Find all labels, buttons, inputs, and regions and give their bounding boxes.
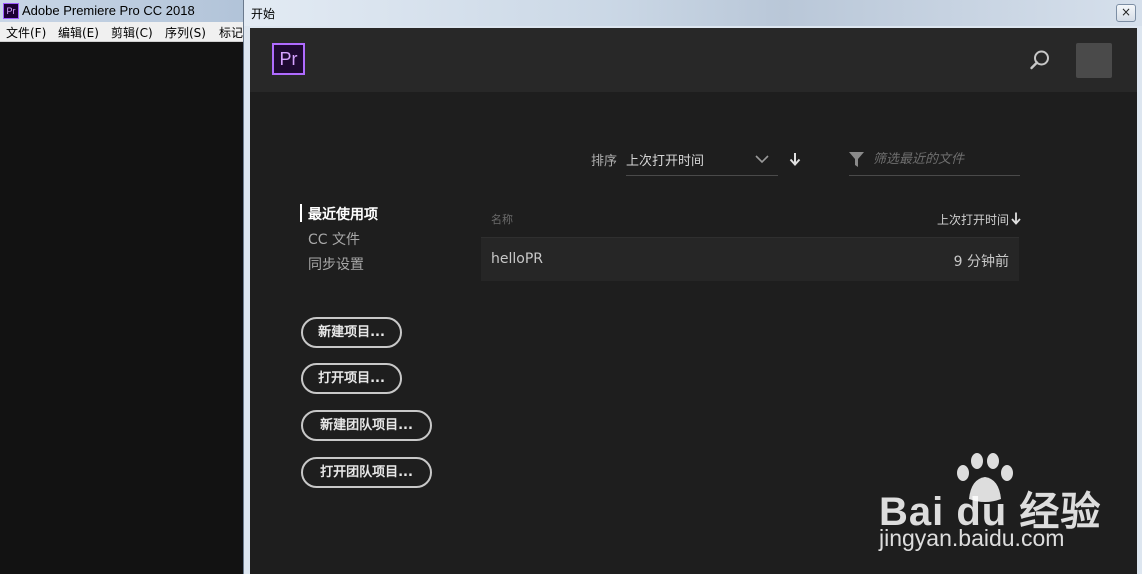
new-project-button[interactable]: 新建项目... bbox=[301, 317, 402, 348]
nav-item-sync-settings[interactable]: 同步设置 bbox=[308, 254, 364, 274]
open-team-project-button[interactable]: 打开团队项目... bbox=[301, 457, 432, 488]
menu-edit[interactable]: 编辑(E) bbox=[58, 24, 99, 41]
premiere-logo: Pr bbox=[272, 43, 305, 75]
nav-item-recent[interactable]: 最近使用项 bbox=[308, 204, 378, 224]
filter-input[interactable] bbox=[873, 148, 1018, 170]
user-avatar[interactable] bbox=[1076, 43, 1112, 78]
dialog-titlebar[interactable]: 开始 × bbox=[244, 0, 1142, 26]
dialog-title: 开始 bbox=[251, 7, 276, 21]
filter-icon bbox=[849, 152, 864, 167]
arrow-down-icon[interactable] bbox=[789, 152, 801, 166]
sort-dropdown[interactable]: 上次打开时间 bbox=[626, 142, 778, 176]
close-button[interactable]: × bbox=[1116, 4, 1136, 22]
file-name: helloPR bbox=[491, 251, 544, 267]
search-icon[interactable] bbox=[1029, 49, 1051, 71]
column-header-name[interactable]: 名称 bbox=[491, 211, 513, 227]
menu-file[interactable]: 文件(F) bbox=[6, 24, 46, 41]
file-last-opened: 9 分钟前 bbox=[953, 254, 1009, 270]
menu-sequence[interactable]: 序列(S) bbox=[165, 24, 206, 41]
new-team-project-button[interactable]: 新建团队项目... bbox=[301, 410, 432, 441]
start-header: Pr bbox=[250, 28, 1137, 92]
file-row[interactable]: helloPR 9 分钟前 bbox=[481, 237, 1019, 281]
sort-selected-value: 上次打开时间 bbox=[626, 154, 705, 169]
nav-active-indicator bbox=[300, 204, 302, 222]
main-window-title: Adobe Premiere Pro CC 2018 bbox=[22, 3, 195, 18]
menu-clip[interactable]: 剪辑(C) bbox=[111, 24, 153, 41]
column-header-last-opened[interactable]: 上次打开时间 bbox=[937, 211, 1009, 228]
baidu-watermark: Bai du 经验 jingyan.baidu.com bbox=[879, 453, 1119, 553]
start-dialog: 开始 × Pr 排序 上次打开时间 筛选最近的文件 最近使用项 CC 文件 同步… bbox=[243, 0, 1142, 574]
menu-marker[interactable]: 标记 bbox=[219, 24, 243, 41]
premiere-pro-icon: Pr bbox=[3, 3, 19, 19]
chevron-down-icon bbox=[755, 155, 769, 164]
nav-item-cc-files[interactable]: CC 文件 bbox=[308, 229, 360, 249]
open-project-button[interactable]: 打开项目... bbox=[301, 363, 402, 394]
arrow-down-icon bbox=[1011, 212, 1021, 225]
start-screen: Pr 排序 上次打开时间 最近使用项 CC 文件 同步设置 bbox=[250, 28, 1137, 574]
watermark-url: jingyan.baidu.com bbox=[879, 525, 1065, 551]
filter-field[interactable] bbox=[849, 142, 1020, 176]
sort-label: 排序 bbox=[591, 154, 618, 169]
